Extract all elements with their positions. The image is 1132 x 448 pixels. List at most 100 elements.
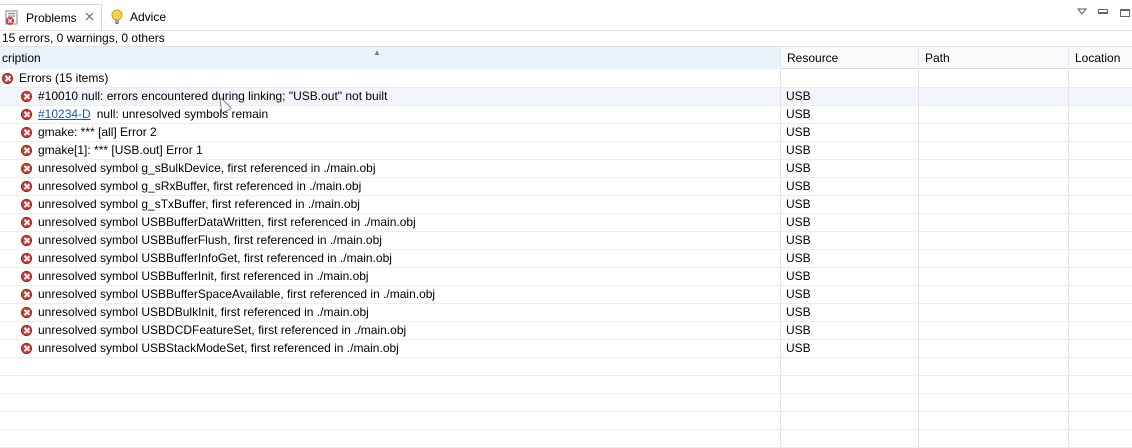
- cell-location: [1069, 88, 1132, 105]
- empty-row: [0, 358, 1132, 376]
- column-header-resource[interactable]: Resource: [781, 47, 919, 69]
- table-row[interactable]: unresolved symbol USBStackModeSet, first…: [0, 340, 1132, 358]
- table-row[interactable]: unresolved symbol g_sRxBuffer, first ref…: [0, 178, 1132, 196]
- view-tab-bar: Problems Advice: [0, 0, 1132, 31]
- error-message: unresolved symbol g_sRxBuffer, first ref…: [38, 179, 362, 193]
- tab-advice-label: Advice: [130, 10, 167, 24]
- cell-resource: USB: [781, 124, 919, 141]
- error-description: unresolved symbol USBBufferInfoGet, firs…: [38, 250, 392, 267]
- error-icon: [21, 325, 32, 336]
- cell-description: unresolved symbol USBBufferInfoGet, firs…: [0, 250, 781, 267]
- error-icon: [2, 73, 13, 84]
- table-row[interactable]: unresolved symbol USBBufferInfoGet, firs…: [0, 250, 1132, 268]
- cell-location: [1069, 196, 1132, 213]
- cell-location: [1069, 214, 1132, 231]
- cell-resource: USB: [781, 250, 919, 267]
- cell-location: [1069, 286, 1132, 303]
- cell-location: [1069, 250, 1132, 267]
- tab-advice[interactable]: Advice: [104, 4, 174, 30]
- cell-resource: USB: [781, 268, 919, 285]
- cell-description: #10010 null: errors encountered during l…: [0, 88, 781, 105]
- cell-resource: USB: [781, 232, 919, 249]
- table-row[interactable]: unresolved symbol USBDCDFeatureSet, firs…: [0, 322, 1132, 340]
- column-header-path[interactable]: Path: [919, 47, 1069, 69]
- maximize-icon[interactable]: [1120, 9, 1130, 17]
- cell-location: [1069, 268, 1132, 285]
- cell-resource: USB: [781, 196, 919, 213]
- error-message: gmake: *** [all] Error 2: [38, 125, 157, 139]
- error-message: unresolved symbol USBBufferInfoGet, firs…: [38, 251, 392, 265]
- cell-resource: USB: [781, 214, 919, 231]
- error-icon: [21, 109, 32, 120]
- table-row[interactable]: unresolved symbol USBBufferInit, first r…: [0, 268, 1132, 286]
- error-message: null: unresolved symbols remain: [96, 107, 269, 121]
- cell-location: [1069, 232, 1132, 249]
- cell-path: [919, 232, 1069, 249]
- cell-path: [919, 106, 1069, 123]
- cell-location: [1069, 124, 1132, 141]
- error-icon: [21, 199, 32, 210]
- cell-location: [1069, 304, 1132, 321]
- cell-location: [1069, 106, 1132, 123]
- error-message: gmake[1]: *** [USB.out] Error 1: [38, 143, 203, 157]
- column-header-resource-label: Resource: [787, 51, 839, 65]
- table-row[interactable]: gmake[1]: *** [USB.out] Error 1 USB: [0, 142, 1132, 160]
- cell-path: [919, 88, 1069, 105]
- cell-resource: USB: [781, 106, 919, 123]
- view-menu-icon[interactable]: [1076, 8, 1088, 19]
- cell-location: [1069, 142, 1132, 159]
- close-icon[interactable]: [85, 12, 94, 24]
- empty-row: [0, 430, 1132, 448]
- error-icon: [21, 235, 32, 246]
- error-icon: [21, 217, 32, 228]
- empty-row: [0, 394, 1132, 412]
- error-description: gmake: *** [all] Error 2: [38, 124, 157, 141]
- cell-path: [919, 214, 1069, 231]
- error-icon: [21, 91, 32, 102]
- cell-path: [919, 142, 1069, 159]
- table-row[interactable]: unresolved symbol USBBufferFlush, first …: [0, 232, 1132, 250]
- error-icon: [21, 271, 32, 282]
- error-icon: [21, 253, 32, 264]
- error-description: gmake[1]: *** [USB.out] Error 1: [38, 142, 203, 159]
- sort-ascending-icon: ▲: [373, 48, 381, 57]
- table-row[interactable]: #10010 null: errors encountered during l…: [0, 88, 1132, 106]
- cell-description: unresolved symbol g_sRxBuffer, first ref…: [0, 178, 781, 195]
- table-row[interactable]: gmake: *** [all] Error 2 USB: [0, 124, 1132, 142]
- error-icon: [21, 181, 32, 192]
- error-group-label: Errors (15 items): [19, 71, 109, 85]
- error-message: unresolved symbol USBDCDFeatureSet, firs…: [38, 323, 407, 337]
- cell-resource: USB: [781, 340, 919, 357]
- error-description: unresolved symbol g_sTxBuffer, first ref…: [38, 196, 360, 213]
- error-description: unresolved symbol USBDCDFeatureSet, firs…: [38, 322, 406, 339]
- table-row[interactable]: unresolved symbol USBBufferSpaceAvailabl…: [0, 286, 1132, 304]
- cell-description: gmake: *** [all] Error 2: [0, 124, 781, 141]
- table-row[interactable]: unresolved symbol USBBufferDataWritten, …: [0, 214, 1132, 232]
- problems-summary: 15 errors, 0 warnings, 0 others: [2, 31, 165, 45]
- error-message: unresolved symbol USBStackModeSet, first…: [38, 341, 399, 355]
- column-header-path-label: Path: [925, 51, 950, 65]
- table-row[interactable]: unresolved symbol g_sTxBuffer, first ref…: [0, 196, 1132, 214]
- table-row[interactable]: #10234-D null: unresolved symbols remain U…: [0, 106, 1132, 124]
- error-icon: [21, 289, 32, 300]
- error-description: unresolved symbol g_sBulkDevice, first r…: [38, 160, 376, 177]
- table-row[interactable]: unresolved symbol USBDBulkInit, first re…: [0, 304, 1132, 322]
- cell-description: unresolved symbol g_sTxBuffer, first ref…: [0, 196, 781, 213]
- error-description: unresolved symbol USBBufferInit, first r…: [38, 268, 369, 285]
- column-header-description[interactable]: cription ▲: [0, 47, 781, 69]
- error-icon: [21, 145, 32, 156]
- cell-path: [919, 196, 1069, 213]
- error-description: unresolved symbol USBBufferDataWritten, …: [38, 214, 416, 231]
- tab-problems[interactable]: Problems: [0, 4, 102, 30]
- error-message: unresolved symbol USBBufferDataWritten, …: [38, 215, 416, 229]
- column-header-description-label: cription: [2, 51, 41, 65]
- cell-resource: USB: [781, 322, 919, 339]
- table-row[interactable]: unresolved symbol g_sBulkDevice, first r…: [0, 160, 1132, 178]
- column-header-location[interactable]: Location: [1069, 47, 1132, 69]
- tab-problems-label: Problems: [26, 10, 77, 25]
- error-group-row[interactable]: Errors (15 items): [0, 70, 1132, 88]
- error-code-link[interactable]: #10234-D: [38, 107, 91, 121]
- error-message: unresolved symbol g_sTxBuffer, first ref…: [38, 197, 360, 211]
- cell-path: [919, 160, 1069, 177]
- minimize-icon[interactable]: [1098, 9, 1108, 14]
